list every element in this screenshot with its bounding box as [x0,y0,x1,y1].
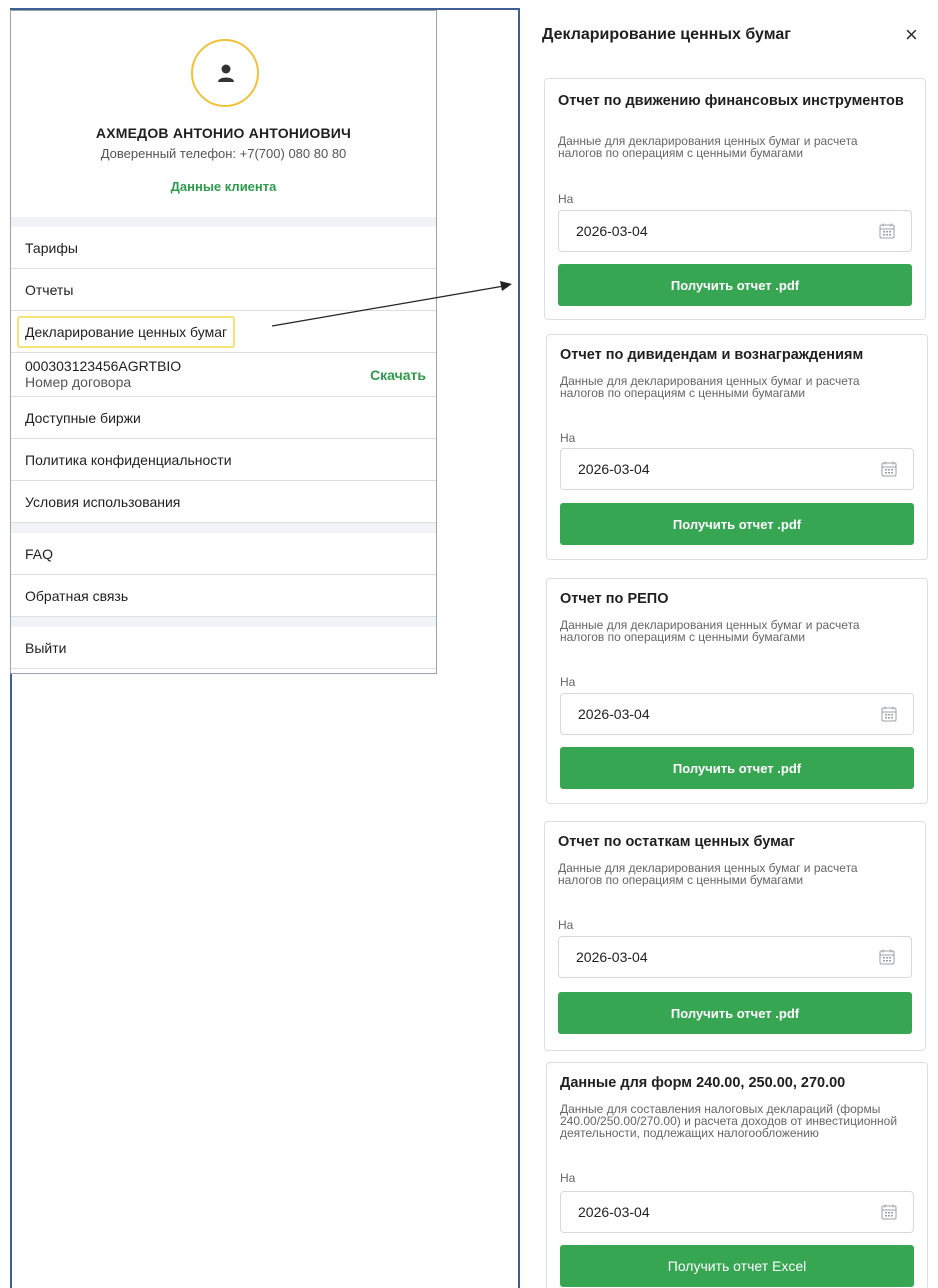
menu-item-label: Тарифы [25,239,78,256]
declaration-panel: Декларирование ценных бумаг × Отчет по д… [520,10,938,1288]
section-divider [11,217,436,227]
date-label: На [558,918,574,932]
date-value: 2026-03-04 [578,706,650,722]
date-value: 2026-03-04 [576,223,648,239]
menu-item-label: Декларирование ценных бумаг [17,315,236,348]
menu-item-faq[interactable]: FAQ [11,533,436,575]
date-label: На [560,675,576,689]
report-card-dividends: Отчет по дивидендам и вознаграждениям Да… [546,334,928,560]
date-field[interactable]: 2026-03-04 [558,936,912,978]
card-description: Данные для декларирования ценных бумаг и… [560,618,860,644]
card-description: Данные для декларирования ценных бумаг и… [558,861,858,887]
menu-item-exchanges[interactable]: Доступные биржи [11,397,436,439]
menu-item-tariffs[interactable]: Тарифы [11,227,436,269]
date-value: 2026-03-04 [578,461,650,477]
menu-item-label: Политика конфиденциальности [25,451,232,468]
avatar [191,39,259,107]
card-title: Отчет по дивидендам и вознаграждениям [560,347,864,363]
calendar-icon[interactable] [879,949,895,965]
card-title: Отчет по РЕПО [560,591,669,607]
report-card-forms: Данные для форм 240.00, 250.00, 270.00 Д… [546,1062,928,1288]
card-title: Отчет по остаткам ценных бумаг [558,834,795,850]
menu-item-label: Обратная связь [25,587,129,604]
trusted-phone: Доверенный телефон: +7(700) 080 80 80 [100,146,347,161]
get-report-pdf-button[interactable]: Получить отчет .pdf [560,503,914,545]
card-description: Данные для декларирования ценных бумаг и… [558,134,858,160]
date-label: На [558,192,574,206]
panel-title: Декларирование ценных бумаг [542,26,791,43]
menu-item-privacy[interactable]: Политика конфиденциальности [11,439,436,481]
card-title: Отчет по движению финансовых инструменто… [558,93,904,109]
close-icon[interactable]: × [905,22,918,48]
card-description: Данные для декларирования ценных бумаг и… [560,374,860,400]
contract-info: 000303123456AGRTBIO Номер договора [25,358,182,391]
download-contract-link[interactable]: Скачать [370,367,426,383]
calendar-icon[interactable] [881,1204,897,1220]
date-value: 2026-03-04 [576,949,648,965]
card-title: Данные для форм 240.00, 250.00, 270.00 [560,1075,846,1091]
calendar-icon[interactable] [879,223,895,239]
menu-item-logout[interactable]: Выйти [11,627,436,669]
client-data-link[interactable]: Данные клиента [11,179,436,194]
date-field[interactable]: 2026-03-04 [560,448,914,490]
menu-item-feedback[interactable]: Обратная связь [11,575,436,617]
card-description: Данные для составления налоговых деклара… [560,1102,898,1140]
date-label: На [560,1171,576,1185]
get-report-pdf-button[interactable]: Получить отчет .pdf [558,264,912,306]
date-field[interactable]: 2026-03-04 [560,693,914,735]
menu-item-label: Отчеты [25,281,74,298]
menu-item-label: Условия использования [25,493,181,510]
menu-item-label: Доступные биржи [25,409,141,426]
get-report-excel-button[interactable]: Получить отчет Excel [560,1245,914,1287]
contract-label: Номер договора [25,374,132,390]
report-card-repo: Отчет по РЕПО Данные для декларирования … [546,578,928,804]
menu-item-label: FAQ [25,545,54,562]
annotation-arrow [271,281,512,327]
date-value: 2026-03-04 [578,1204,650,1220]
date-field[interactable]: 2026-03-04 [560,1191,914,1233]
calendar-icon[interactable] [881,706,897,722]
get-report-pdf-button[interactable]: Получить отчет .pdf [558,992,912,1034]
profile-menu-panel: АХМЕДОВ АНТОНИО АНТОНИОВИЧ Доверенный те… [10,10,437,674]
calendar-icon[interactable] [881,461,897,477]
profile-header: АХМЕДОВ АНТОНИО АНТОНИОВИЧ Доверенный те… [11,11,436,217]
date-field[interactable]: 2026-03-04 [558,210,912,252]
menu-item-terms[interactable]: Условия использования [11,481,436,523]
section-divider [11,617,436,627]
date-label: На [560,431,576,445]
user-icon [218,64,234,82]
menu-item-label: Выйти [25,639,67,656]
contract-number: 000303123456AGRTBIO [25,358,182,374]
report-card-financial-instruments: Отчет по движению финансовых инструменто… [544,78,926,320]
client-name: АХМЕДОВ АНТОНИО АНТОНИОВИЧ [95,125,352,141]
get-report-pdf-button[interactable]: Получить отчет .pdf [560,747,914,789]
report-card-securities-balance: Отчет по остаткам ценных бумаг Данные дл… [544,821,926,1051]
section-divider [11,523,436,533]
contract-row: 000303123456AGRTBIO Номер договора Скача… [11,353,436,397]
